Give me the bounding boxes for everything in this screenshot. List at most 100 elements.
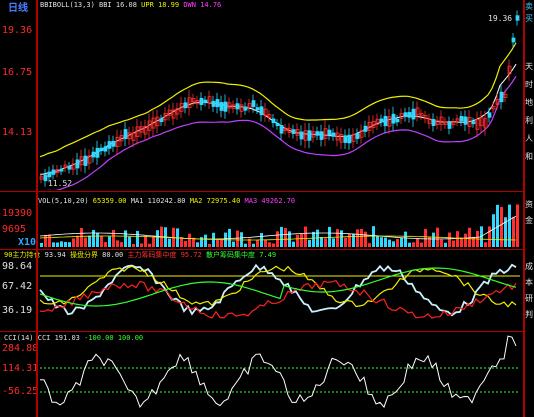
candle: [51, 169, 56, 175]
side-text-column: 卖 买 天 时 地 利 人 和 资 金 成 本 研 判: [525, 0, 534, 417]
candle: [391, 113, 396, 124]
volume-bar: [312, 231, 315, 247]
volume-bar: [64, 241, 67, 247]
volume-bar: [440, 239, 443, 247]
volume-bar: [484, 242, 487, 247]
candle: [259, 106, 264, 116]
volume-chart: [39, 204, 519, 247]
volume-panel[interactable]: VOL(5,10,20) 65359.00 MA1 110242.80 MA2 …: [0, 192, 534, 248]
candle: [219, 102, 224, 111]
candle: [187, 97, 192, 109]
candle: [415, 107, 420, 116]
volume-bar: [232, 241, 235, 247]
volume-bar: [124, 230, 127, 247]
volume-bar: [52, 242, 55, 247]
candle: [243, 106, 248, 111]
volume-bar: [148, 243, 151, 247]
volume-bar: [452, 240, 455, 247]
side-char-6: 人: [525, 134, 533, 143]
cci-line: [39, 335, 517, 409]
volume-bar: [136, 230, 139, 247]
volume-bar: [116, 240, 119, 247]
candle: [303, 130, 308, 141]
volume-bar: [216, 239, 219, 247]
candle: [123, 129, 128, 140]
volume-bar: [96, 232, 99, 247]
candle: [191, 98, 196, 103]
volume-bar: [428, 236, 431, 247]
volume-bar: [188, 233, 191, 247]
candle: [251, 100, 256, 108]
candle: [463, 116, 468, 125]
volume-bar: [292, 241, 295, 247]
volume-bar: [412, 242, 415, 247]
candle: [503, 93, 508, 98]
volume-bar: [40, 242, 43, 247]
candle: [487, 112, 492, 118]
volume-bar: [296, 234, 299, 247]
chip-white-line: [39, 263, 517, 317]
volume-bar: [268, 242, 271, 247]
candle: [59, 168, 64, 172]
volume-bar: [168, 238, 171, 247]
candle: [347, 134, 352, 144]
volume-bar: [152, 236, 155, 247]
volume-bar: [404, 231, 407, 247]
volume-bar: [416, 238, 419, 247]
candle: [419, 113, 424, 117]
candle: [183, 102, 188, 109]
volume-bar: [192, 237, 195, 247]
volume-bar: [128, 236, 131, 247]
candle: [99, 147, 104, 152]
candle: [411, 108, 416, 120]
volume-bar: [348, 233, 351, 247]
candle: [439, 116, 444, 125]
volume-bar: [100, 235, 103, 247]
volume-bar: [140, 243, 143, 247]
candle: [383, 115, 388, 127]
candle: [475, 119, 480, 130]
cci-chart: [39, 335, 520, 409]
volume-bar: [88, 235, 91, 247]
candle: [235, 103, 240, 110]
volume-bar: [144, 236, 147, 247]
candle: [483, 118, 488, 129]
dwn-band-line: [45, 75, 517, 190]
volume-bar: [400, 237, 403, 247]
volume-bar: [376, 235, 379, 247]
volume-bar: [220, 239, 223, 247]
candle: [111, 140, 116, 147]
price-panel[interactable]: BBIBOLL(13,3) BBI 16.08 UPR 18.99 DWN 14…: [0, 0, 534, 190]
volume-bar: [460, 237, 463, 247]
candle: [499, 91, 504, 103]
volume-bar: [84, 237, 87, 247]
volume-bar: [360, 228, 363, 247]
candle: [83, 155, 88, 166]
volume-bar: [272, 243, 275, 247]
volume-bar: [308, 239, 311, 247]
cci-panel[interactable]: CCI(14) CCI 191.03 -100.00 100.00 284.88…: [0, 332, 534, 417]
volume-bar: [464, 233, 467, 247]
volume-bar: [388, 239, 391, 247]
price-chart: [39, 10, 520, 190]
volume-bar: [472, 236, 475, 247]
volume-bar: [256, 239, 259, 247]
candle: [355, 133, 360, 139]
candle: [491, 106, 496, 110]
candle: [315, 131, 320, 136]
chip-red-line: [39, 279, 517, 319]
volume-bar: [92, 229, 95, 247]
chip-panel[interactable]: 90主力持仓 93.94 操盘分界 80.00 主力筹码集中度 95.72 散户…: [0, 250, 534, 330]
volume-bar: [492, 214, 495, 247]
volume-bar: [372, 226, 375, 247]
volume-bar: [72, 238, 75, 247]
candle: [247, 103, 252, 109]
volume-bar: [380, 237, 383, 247]
volume-bar: [60, 241, 63, 247]
volume-bar: [356, 229, 359, 247]
candle: [67, 165, 72, 170]
side-char-4: 地: [525, 98, 533, 107]
candle: [47, 171, 52, 178]
volume-bar: [236, 230, 239, 247]
volume-bar: [500, 207, 503, 247]
